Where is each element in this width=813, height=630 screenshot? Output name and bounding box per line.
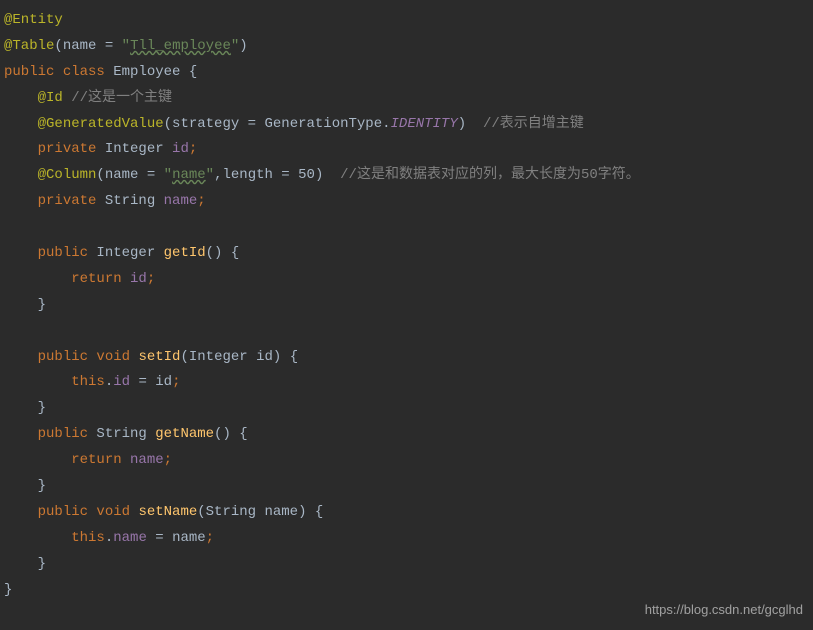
code-line: this.name = name; (4, 526, 809, 552)
code-line: } (4, 293, 809, 319)
code-line: @GeneratedValue(strategy = GenerationTyp… (4, 112, 809, 138)
code-line: } (4, 396, 809, 422)
code-line: } (4, 552, 809, 578)
code-line: private Integer id; (4, 137, 809, 163)
code-line: @Entity (4, 8, 809, 34)
code-line: @Column(name = "name",length = 50) //这是和… (4, 163, 809, 189)
code-line: this.id = id; (4, 370, 809, 396)
code-line: public Integer getId() { (4, 241, 809, 267)
code-line: } (4, 474, 809, 500)
code-line (4, 215, 809, 241)
code-line: return id; (4, 267, 809, 293)
code-line (4, 319, 809, 345)
code-line: public void setName(String name) { (4, 500, 809, 526)
code-editor: @Entity @Table(name = "Tll_employee") pu… (4, 8, 809, 603)
code-line: public class Employee { (4, 60, 809, 86)
code-line: @Table(name = "Tll_employee") (4, 34, 809, 60)
code-line: public void setId(Integer id) { (4, 345, 809, 371)
code-line: private String name; (4, 189, 809, 215)
code-line: return name; (4, 448, 809, 474)
code-line: @Id //这是一个主键 (4, 86, 809, 112)
code-line: public String getName() { (4, 422, 809, 448)
watermark-text: https://blog.csdn.net/gcglhd (645, 598, 803, 622)
